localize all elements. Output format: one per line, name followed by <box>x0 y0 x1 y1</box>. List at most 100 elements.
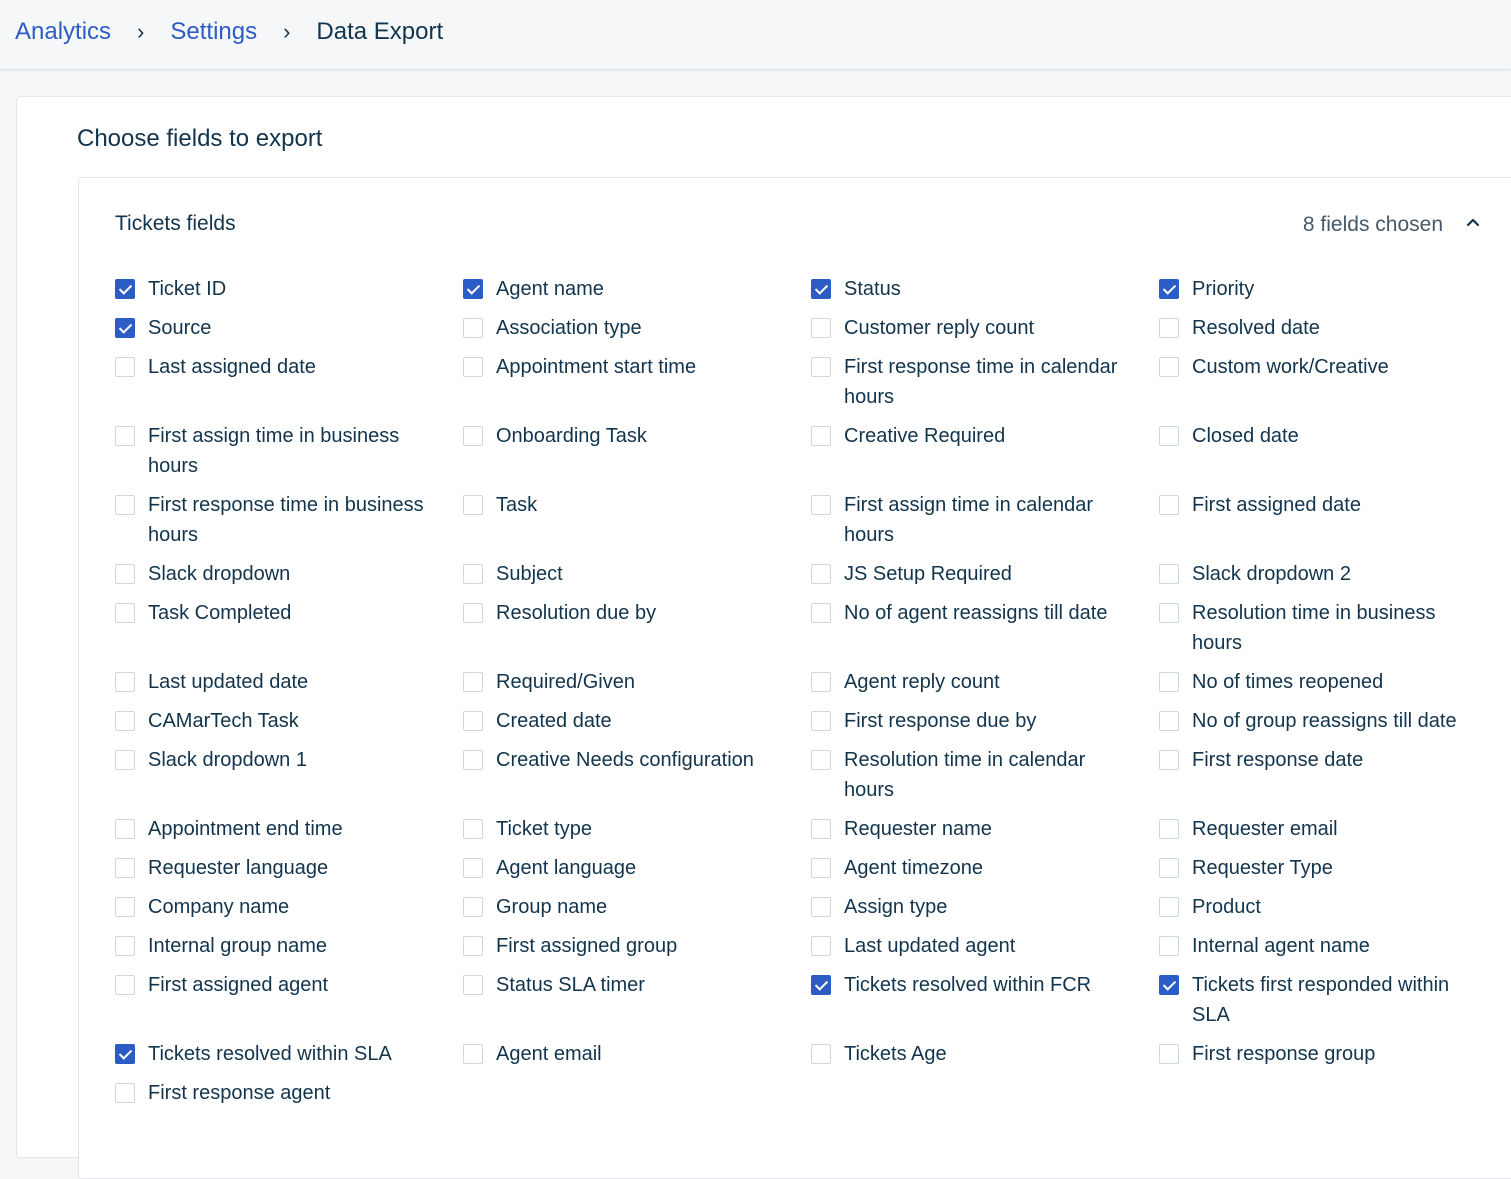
field-checkbox[interactable] <box>811 975 831 995</box>
field-option[interactable]: Ticket type <box>463 814 811 853</box>
field-option[interactable]: First assigned agent <box>115 970 463 1039</box>
field-option[interactable]: Agent name <box>463 274 811 313</box>
field-checkbox[interactable] <box>1159 975 1179 995</box>
field-option[interactable]: First assign time in calendar hours <box>811 490 1159 559</box>
field-option[interactable]: Appointment end time <box>115 814 463 853</box>
field-option[interactable]: First response time in business hours <box>115 490 463 559</box>
field-checkbox[interactable] <box>115 426 135 446</box>
field-option[interactable]: Agent reply count <box>811 667 1159 706</box>
field-option[interactable]: Source <box>115 313 463 352</box>
field-option[interactable]: Slack dropdown 1 <box>115 745 463 814</box>
field-checkbox[interactable] <box>1159 279 1179 299</box>
field-checkbox[interactable] <box>115 672 135 692</box>
field-checkbox[interactable] <box>1159 1044 1179 1064</box>
field-option[interactable]: Last updated date <box>115 667 463 706</box>
field-option[interactable]: Tickets Age <box>811 1039 1159 1078</box>
field-checkbox[interactable] <box>463 975 483 995</box>
field-option[interactable]: Internal group name <box>115 931 463 970</box>
field-checkbox[interactable] <box>463 426 483 446</box>
field-checkbox[interactable] <box>115 603 135 623</box>
field-checkbox[interactable] <box>1159 897 1179 917</box>
field-option[interactable]: Requester language <box>115 853 463 892</box>
field-option[interactable]: No of times reopened <box>1159 667 1507 706</box>
field-option[interactable]: No of agent reassigns till date <box>811 598 1159 667</box>
field-checkbox[interactable] <box>1159 603 1179 623</box>
field-checkbox[interactable] <box>463 750 483 770</box>
field-checkbox[interactable] <box>115 1044 135 1064</box>
field-option[interactable]: Tickets resolved within SLA <box>115 1039 463 1078</box>
field-option[interactable]: Agent language <box>463 853 811 892</box>
field-option[interactable]: Resolution due by <box>463 598 811 667</box>
field-checkbox[interactable] <box>463 819 483 839</box>
field-checkbox[interactable] <box>115 750 135 770</box>
field-checkbox[interactable] <box>1159 672 1179 692</box>
field-option[interactable]: Slack dropdown <box>115 559 463 598</box>
field-checkbox[interactable] <box>463 564 483 584</box>
field-checkbox[interactable] <box>115 819 135 839</box>
field-checkbox[interactable] <box>463 858 483 878</box>
field-option[interactable]: No of group reassigns till date <box>1159 706 1507 745</box>
field-checkbox[interactable] <box>811 819 831 839</box>
field-checkbox[interactable] <box>463 357 483 377</box>
field-option[interactable]: Custom work/Creative <box>1159 352 1507 421</box>
field-option[interactable]: Subject <box>463 559 811 598</box>
field-checkbox[interactable] <box>463 711 483 731</box>
field-option[interactable]: Requester name <box>811 814 1159 853</box>
field-checkbox[interactable] <box>811 279 831 299</box>
field-option[interactable]: First assigned date <box>1159 490 1507 559</box>
field-checkbox[interactable] <box>115 357 135 377</box>
breadcrumb-analytics-link[interactable]: Analytics <box>15 18 111 46</box>
field-checkbox[interactable] <box>115 897 135 917</box>
field-checkbox[interactable] <box>1159 426 1179 446</box>
field-option[interactable]: First assigned group <box>463 931 811 970</box>
field-checkbox[interactable] <box>1159 819 1179 839</box>
field-checkbox[interactable] <box>1159 318 1179 338</box>
field-option[interactable]: Required/Given <box>463 667 811 706</box>
field-checkbox[interactable] <box>811 711 831 731</box>
field-checkbox[interactable] <box>115 1083 135 1103</box>
field-option[interactable]: Ticket ID <box>115 274 463 313</box>
field-option[interactable]: Product <box>1159 892 1507 931</box>
field-option[interactable]: Last updated agent <box>811 931 1159 970</box>
field-checkbox[interactable] <box>1159 936 1179 956</box>
field-option[interactable]: Creative Needs configuration <box>463 745 811 814</box>
field-checkbox[interactable] <box>1159 495 1179 515</box>
field-checkbox[interactable] <box>811 1044 831 1064</box>
field-option[interactable]: Internal agent name <box>1159 931 1507 970</box>
field-checkbox[interactable] <box>115 936 135 956</box>
field-checkbox[interactable] <box>115 495 135 515</box>
field-checkbox[interactable] <box>115 711 135 731</box>
field-option[interactable]: Priority <box>1159 274 1507 313</box>
field-option[interactable]: Resolution time in calendar hours <box>811 745 1159 814</box>
field-option[interactable]: CAMarTech Task <box>115 706 463 745</box>
chevron-up-icon[interactable] <box>1465 215 1481 229</box>
field-option[interactable]: Status <box>811 274 1159 313</box>
field-option[interactable]: Requester Type <box>1159 853 1507 892</box>
field-option[interactable]: Tickets first responded within SLA <box>1159 970 1507 1039</box>
field-checkbox[interactable] <box>463 603 483 623</box>
field-checkbox[interactable] <box>1159 858 1179 878</box>
field-checkbox[interactable] <box>811 495 831 515</box>
field-option[interactable]: First response agent <box>115 1078 463 1117</box>
field-option[interactable]: Task <box>463 490 811 559</box>
field-option[interactable]: Group name <box>463 892 811 931</box>
field-checkbox[interactable] <box>1159 564 1179 584</box>
field-option[interactable]: Created date <box>463 706 811 745</box>
field-option[interactable]: Assign type <box>811 892 1159 931</box>
field-option[interactable]: Tickets resolved within FCR <box>811 970 1159 1039</box>
field-checkbox[interactable] <box>463 897 483 917</box>
field-checkbox[interactable] <box>115 975 135 995</box>
field-option[interactable]: First assign time in business hours <box>115 421 463 490</box>
field-option[interactable]: Resolution time in business hours <box>1159 598 1507 667</box>
field-option[interactable]: Closed date <box>1159 421 1507 490</box>
field-checkbox[interactable] <box>811 603 831 623</box>
field-checkbox[interactable] <box>115 564 135 584</box>
field-option[interactable]: Status SLA timer <box>463 970 811 1039</box>
field-checkbox[interactable] <box>811 858 831 878</box>
field-option[interactable]: Association type <box>463 313 811 352</box>
field-option[interactable]: Agent timezone <box>811 853 1159 892</box>
field-option[interactable]: First response due by <box>811 706 1159 745</box>
field-checkbox[interactable] <box>811 897 831 917</box>
field-option[interactable]: Slack dropdown 2 <box>1159 559 1507 598</box>
field-option[interactable]: Agent email <box>463 1039 811 1078</box>
